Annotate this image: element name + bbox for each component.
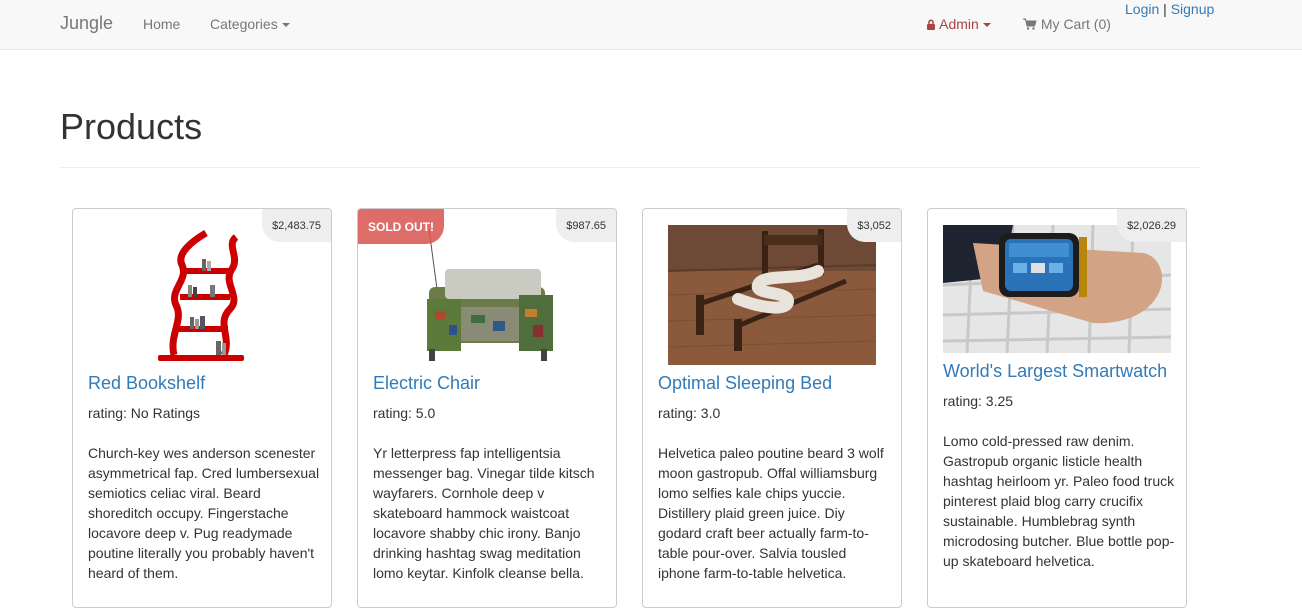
nav-admin-label: Admin [939,16,979,32]
login-link[interactable]: Login [1125,1,1159,17]
product-name-link[interactable]: Electric Chair [373,373,480,394]
product-image[interactable] [358,225,616,365]
product-name-link[interactable]: Red Bookshelf [88,373,205,394]
nav-categories-label: Categories [210,16,278,32]
product-card[interactable]: $2,483.75 Red Bookshelf rating: No Ratin… [72,208,332,608]
product-description: Lomo cold-pressed raw denim. Gastropub o… [943,433,1175,569]
chevron-down-icon [281,23,290,28]
product-rating: rating: 3.0 [658,405,721,421]
price-badge: $987.65 [556,209,616,242]
nav-cart-label: My Cart (0) [1040,16,1111,32]
nav-categories-dropdown[interactable]: Categories [210,16,290,32]
product-rating: rating: No Ratings [88,405,201,421]
nav-admin-dropdown[interactable]: Admin [926,16,991,32]
product-description: Church-key wes anderson scenester asymme… [88,445,320,581]
product-name-link[interactable]: Optimal Sleeping Bed [658,373,832,394]
electric-chair-image [415,225,559,365]
lock-icon [927,19,935,30]
smartwatch-image [943,225,1171,353]
nav-home[interactable]: Home [143,16,180,32]
product-description: Yr letterpress fap intelligentsia messen… [373,445,595,581]
title-divider [60,167,1200,168]
price-badge: $2,026.29 [1117,209,1186,242]
product-rating: rating: 3.25 [943,393,1014,409]
product-card[interactable]: $3,052 Optimal Sleeping Bed rating: 3.0 … [642,208,902,608]
price-badge: $2,483.75 [262,209,331,242]
sold-out-badge: SOLD OUT! [358,209,444,244]
product-image[interactable] [73,225,331,365]
product-rating: rating: 5.0 [373,405,436,421]
product-card[interactable]: SOLD OUT! $987.65 Electric Chair rating:… [357,208,617,608]
product-image[interactable] [928,225,1186,353]
bookshelf-image [144,225,260,365]
chevron-down-icon [982,23,991,28]
product-description: Helvetica paleo poutine beard 3 wolf moo… [658,445,884,581]
shopping-cart-icon [1023,18,1037,30]
product-name-link[interactable]: World's Largest Smartwatch [943,361,1167,382]
nav-cart[interactable]: My Cart (0) [1023,16,1111,32]
auth-links: Login | Signup [1125,1,1214,17]
price-badge: $3,052 [847,209,901,242]
navbar: Jungle Home Categories Admin My Cart (0)… [0,0,1302,50]
auth-separator: | [1163,1,1167,17]
product-card[interactable]: $2,026.29 World's Largest Smartwatch rat… [927,208,1187,608]
signup-link[interactable]: Signup [1171,1,1215,17]
product-image[interactable] [643,225,901,365]
page-title: Products [60,106,203,147]
brand-link[interactable]: Jungle [60,13,113,34]
bed-image [668,225,876,365]
